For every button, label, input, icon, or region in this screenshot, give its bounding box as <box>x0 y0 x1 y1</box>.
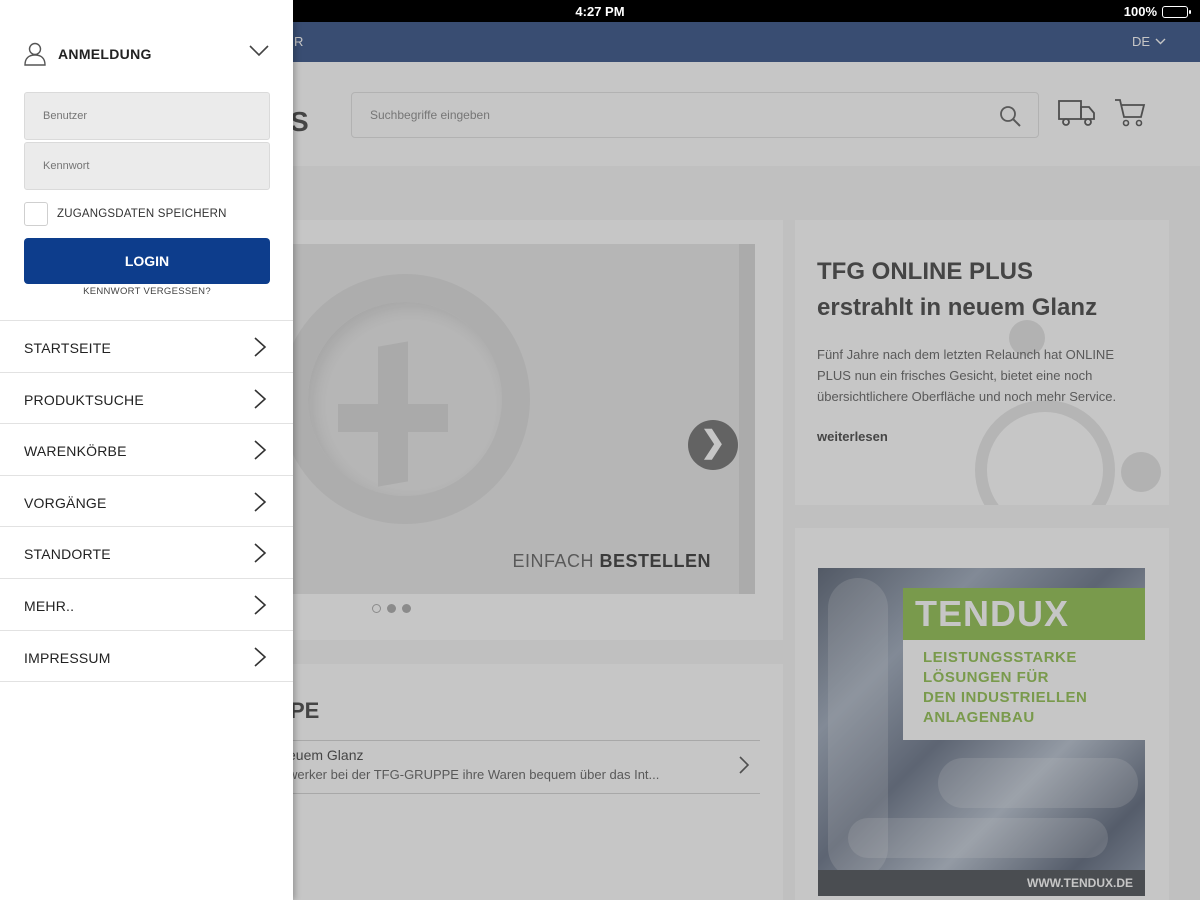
menu-item-produktsuche[interactable]: PRODUKTSUCHE <box>0 373 293 425</box>
menu-item-impressum[interactable]: IMPRESSUM <box>0 631 293 683</box>
menu-item-label: PRODUKTSUCHE <box>24 391 144 408</box>
chevron-right-icon <box>254 543 267 563</box>
chevron-right-icon <box>254 646 267 667</box>
chevron-down-icon <box>249 45 269 57</box>
chevron-right-icon <box>254 440 267 460</box>
remember-me: ZUGANGSDATEN SPEICHERN <box>24 202 227 226</box>
app-background: R DE S EINFACH BESTELLEN ❯ <box>0 0 1200 900</box>
battery-percent: 100% <box>1123 4 1157 19</box>
battery-status: 100% <box>1123 4 1191 19</box>
menu-item-label: STARTSEITE <box>24 340 112 356</box>
username-input[interactable] <box>25 93 269 139</box>
menu-item-label: WARENKÖRBE <box>24 443 127 460</box>
menu-item-startseite[interactable]: STARTSEITE <box>0 321 293 373</box>
chevron-right-icon <box>254 492 267 512</box>
login-button[interactable]: LOGIN <box>24 238 270 284</box>
menu-item-label: MEHR.. <box>24 597 75 614</box>
remember-label: ZUGANGSDATEN SPEICHERN <box>57 208 227 220</box>
remember-checkbox[interactable] <box>24 202 48 226</box>
username-field <box>24 92 270 140</box>
menu-item-vorgaenge[interactable]: VORGÄNGE <box>0 476 293 528</box>
menu-item-mehr[interactable]: MEHR.. <box>0 579 293 631</box>
login-section-header[interactable]: ANMELDUNG <box>24 38 272 70</box>
menu-item-label: IMPRESSUM <box>24 649 111 666</box>
drawer-menu: STARTSEITE PRODUKTSUCHE WARENKÖRBE VORGÄ… <box>0 320 293 683</box>
menu-item-label: VORGÄNGE <box>24 494 107 511</box>
login-title: ANMELDUNG <box>58 46 152 62</box>
forgot-password-link[interactable]: KENNWORT VERGESSEN? <box>24 286 270 297</box>
menu-item-standorte[interactable]: STANDORTE <box>0 527 293 579</box>
battery-icon <box>1162 5 1191 18</box>
chevron-right-icon <box>254 337 267 357</box>
user-icon <box>24 42 46 66</box>
menu-item-warenkoerbe[interactable]: WARENKÖRBE <box>0 424 293 476</box>
chevron-right-icon <box>254 595 267 615</box>
side-drawer: ANMELDUNG ZUGANGSDATEN SPEICHERN LOGIN K… <box>0 0 293 900</box>
password-field <box>24 142 270 190</box>
password-input[interactable] <box>25 143 269 189</box>
menu-item-label: STANDORTE <box>24 546 111 563</box>
chevron-right-icon <box>254 388 267 409</box>
